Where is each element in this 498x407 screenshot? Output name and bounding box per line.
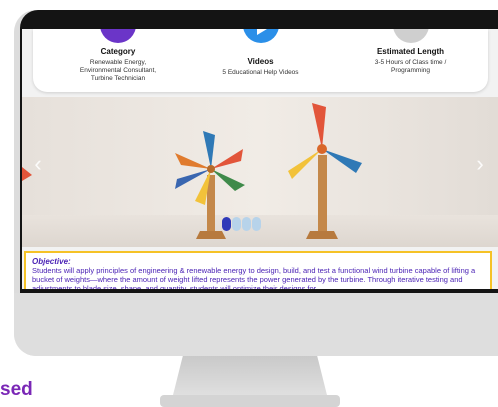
objective-box: Objective: Students will apply principle… xyxy=(24,251,492,289)
carousel-next-button[interactable]: › xyxy=(470,151,490,177)
length-line-2: Programming xyxy=(390,67,430,74)
objective-text: Students will apply principles of engine… xyxy=(32,266,476,289)
videos-text: 5 Educational Help Videos xyxy=(222,69,299,76)
category-title: Category xyxy=(100,47,136,56)
monitor-chin xyxy=(14,293,498,356)
category-column: Category Renewable Energy, Environmental… xyxy=(63,29,173,83)
chevron-left-icon[interactable]: ‹ xyxy=(34,151,41,176)
category-icon xyxy=(100,29,136,43)
page-heading-fragment: sed xyxy=(0,379,33,400)
chevron-right-icon[interactable]: › xyxy=(476,151,483,176)
length-line-1: 3-5 Hours of Class time / xyxy=(374,59,447,66)
category-line-1: Renewable Energy, xyxy=(89,59,147,66)
category-line-3: Turbine Technician xyxy=(90,75,146,82)
info-card: Category Renewable Energy, Environmental… xyxy=(33,29,488,92)
clock-icon xyxy=(392,29,429,43)
screen: Category Renewable Energy, Environmental… xyxy=(22,29,498,289)
carousel-dot-3[interactable] xyxy=(242,217,251,231)
carousel-dot-2[interactable] xyxy=(232,217,241,231)
carousel-indicators xyxy=(222,217,262,231)
carousel-dot-1[interactable] xyxy=(222,217,231,231)
image-carousel[interactable]: ‹ › xyxy=(22,97,498,247)
category-line-2: Environmental Consultant, xyxy=(79,67,157,74)
objective-label: Objective: xyxy=(32,257,71,266)
carousel-prev-button[interactable]: ‹ xyxy=(28,151,48,177)
videos-column[interactable]: Videos 5 Educational Help Videos xyxy=(193,29,328,77)
length-column: Estimated Length 3-5 Hours of Class time… xyxy=(348,29,473,75)
length-title: Estimated Length xyxy=(376,47,445,56)
stand-base xyxy=(160,395,340,407)
play-icon[interactable] xyxy=(242,29,279,43)
videos-title: Videos xyxy=(247,57,274,66)
carousel-dot-4[interactable] xyxy=(252,217,261,231)
